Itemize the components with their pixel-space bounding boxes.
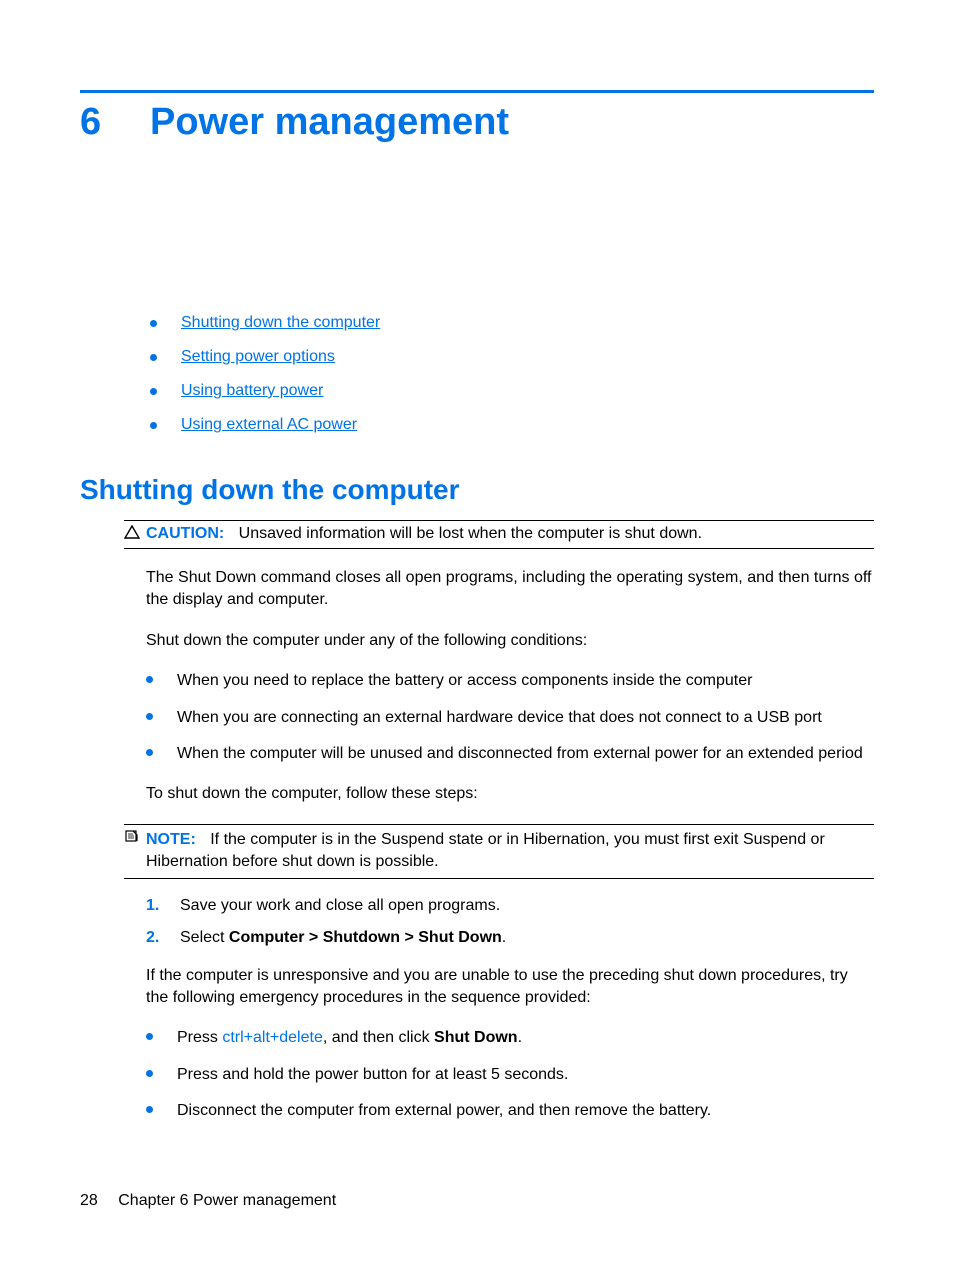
caution-label: CAUTION: bbox=[146, 525, 224, 542]
bullet-icon bbox=[146, 713, 153, 720]
bullet-icon bbox=[150, 320, 157, 327]
chapter-rule bbox=[80, 90, 874, 93]
bullet-icon bbox=[150, 422, 157, 429]
page-footer: 28 Chapter 6 Power management bbox=[80, 1192, 336, 1210]
step-number: 2. bbox=[146, 929, 180, 947]
body-text: The Shut Down command closes all open pr… bbox=[146, 567, 874, 612]
list-item-text: Press and hold the power button for at l… bbox=[177, 1064, 568, 1086]
bullet-icon bbox=[146, 749, 153, 756]
list-item-text: When the computer will be unused and dis… bbox=[177, 743, 863, 765]
step-number: 1. bbox=[146, 897, 180, 915]
bullet-icon bbox=[146, 676, 153, 683]
list-item-text: When you need to replace the battery or … bbox=[177, 670, 752, 692]
body-text: To shut down the computer, follow these … bbox=[146, 783, 874, 805]
toc-item: Using external AC power bbox=[150, 416, 874, 434]
step-item: 2. Select Computer > Shutdown > Shut Dow… bbox=[146, 929, 874, 947]
footer-label: Chapter 6 Power management bbox=[118, 1192, 336, 1209]
list-item-text: When you are connecting an external hard… bbox=[177, 707, 822, 729]
step-item: 1. Save your work and close all open pro… bbox=[146, 897, 874, 915]
toc-link-ac-power[interactable]: Using external AC power bbox=[181, 416, 357, 434]
toc: Shutting down the computer Setting power… bbox=[150, 314, 874, 434]
conditions-list: When you need to replace the battery or … bbox=[146, 670, 874, 765]
bullet-icon bbox=[150, 388, 157, 395]
steps-list: 1. Save your work and close all open pro… bbox=[146, 897, 874, 947]
chapter-title: Power management bbox=[150, 101, 509, 144]
list-item: Press and hold the power button for at l… bbox=[146, 1064, 874, 1086]
list-item: When you need to replace the battery or … bbox=[146, 670, 874, 692]
chapter-header: 6 Power management bbox=[80, 101, 874, 144]
bullet-icon bbox=[146, 1106, 153, 1113]
toc-link-battery[interactable]: Using battery power bbox=[181, 382, 323, 400]
body-text: Shut down the computer under any of the … bbox=[146, 630, 874, 652]
kbd-text: ctrl+alt+delete bbox=[222, 1029, 323, 1046]
chapter-number: 6 bbox=[80, 101, 150, 144]
page-number: 28 bbox=[80, 1192, 98, 1209]
caution-text: Unsaved information will be lost when th… bbox=[239, 525, 702, 542]
toc-link-shutting-down[interactable]: Shutting down the computer bbox=[181, 314, 380, 332]
note-label: NOTE: bbox=[146, 831, 196, 848]
list-item-text: Disconnect the computer from external po… bbox=[177, 1100, 711, 1122]
bullet-icon bbox=[150, 354, 157, 361]
toc-item: Using battery power bbox=[150, 382, 874, 400]
step-text: Select Computer > Shutdown > Shut Down. bbox=[180, 929, 506, 947]
note-text: If the computer is in the Suspend state … bbox=[146, 831, 825, 870]
list-item: Disconnect the computer from external po… bbox=[146, 1100, 874, 1122]
section-title: Shutting down the computer bbox=[80, 474, 874, 506]
step-text: Save your work and close all open progra… bbox=[180, 897, 500, 915]
caution-icon bbox=[124, 525, 146, 544]
list-item: When you are connecting an external hard… bbox=[146, 707, 874, 729]
caution-callout: CAUTION: Unsaved information will be los… bbox=[124, 520, 874, 549]
emergency-list: Press ctrl+alt+delete, and then click Sh… bbox=[146, 1027, 874, 1122]
list-item-text: Press ctrl+alt+delete, and then click Sh… bbox=[177, 1027, 522, 1049]
bullet-icon bbox=[146, 1033, 153, 1040]
toc-link-power-options[interactable]: Setting power options bbox=[181, 348, 335, 366]
note-callout: NOTE: If the computer is in the Suspend … bbox=[124, 824, 874, 879]
toc-item: Shutting down the computer bbox=[150, 314, 874, 332]
toc-item: Setting power options bbox=[150, 348, 874, 366]
list-item: Press ctrl+alt+delete, and then click Sh… bbox=[146, 1027, 874, 1049]
bullet-icon bbox=[146, 1070, 153, 1077]
list-item: When the computer will be unused and dis… bbox=[146, 743, 874, 765]
note-icon bbox=[124, 829, 146, 848]
body-text: If the computer is unresponsive and you … bbox=[146, 965, 874, 1010]
